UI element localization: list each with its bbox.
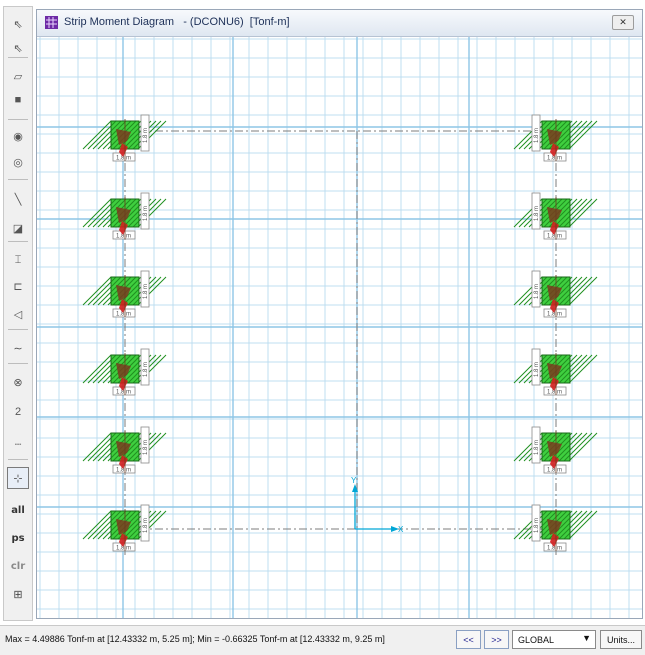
draw-column-icon: ◎ xyxy=(13,156,23,169)
svg-text:1.8 m: 1.8 m xyxy=(547,312,562,318)
svg-text:1.8 m: 1.8 m xyxy=(143,440,149,455)
draw-tendon-icon: ∼ xyxy=(13,342,23,355)
svg-text:1.8 m: 1.8 m xyxy=(116,390,131,396)
svg-text:1.8 m: 1.8 m xyxy=(143,362,149,377)
reshape-pointer-tool-button[interactable]: ⇖ xyxy=(7,37,29,59)
svg-text:1.8 m: 1.8 m xyxy=(547,390,562,396)
close-button[interactable]: ✕ xyxy=(612,15,634,30)
chevron-down-icon: ▼ xyxy=(582,633,591,643)
svg-text:1.8 m: 1.8 m xyxy=(534,128,540,143)
next-button[interactable]: >> xyxy=(484,630,509,649)
draw-wall-icon: ⌶ xyxy=(14,253,22,266)
svg-text:1.8 m: 1.8 m xyxy=(534,284,540,299)
svg-text:1.8 m: 1.8 m xyxy=(143,518,149,533)
draw-column-tool-button[interactable]: ◎ xyxy=(7,151,29,173)
column-moment-6: 1.8 m 1.8 m xyxy=(513,270,598,318)
draw-frame-icon: ⊏ xyxy=(13,280,23,293)
draw-rectangle-icon: ■ xyxy=(14,94,22,106)
column-moment-10: 1.8 m 1.8 m xyxy=(513,426,598,474)
dimension-icon: 2 xyxy=(14,406,22,418)
grid-snap-button[interactable]: ⊞ xyxy=(7,583,29,605)
units-button[interactable]: Units... xyxy=(600,630,642,649)
status-text: Max = 4.49886 Tonf-m at [12.43332 m, 5.2… xyxy=(5,634,385,644)
title-bar[interactable]: Strip Moment Diagram - (DCONU6) [Tonf-m]… xyxy=(37,10,642,37)
side-toolbar: ⇖ ⇖ ▱ ■ ◉ ◎ ╲ ◪ ⌶ ⊏ ◁ ∼ ⊗ 2 ┄ ⊹ all ps clr ⊞ xyxy=(3,6,33,621)
select-previous-button[interactable]: ps xyxy=(7,527,29,549)
pointer-tool-button[interactable]: ⇖ xyxy=(7,13,29,35)
svg-text:1.8 m: 1.8 m xyxy=(116,468,131,474)
snap-tool-button[interactable]: ⊹ xyxy=(7,467,29,489)
draw-node-tool-button[interactable]: ⊗ xyxy=(7,371,29,393)
column-moment-4: 1.8 m 1.8 m xyxy=(513,192,598,240)
svg-text:1.8 m: 1.8 m xyxy=(547,468,562,474)
svg-text:1.8 m: 1.8 m xyxy=(143,206,149,221)
svg-text:1.8 m: 1.8 m xyxy=(547,546,562,552)
svg-text:1.8 m: 1.8 m xyxy=(116,312,131,318)
svg-text:1.8 m: 1.8 m xyxy=(116,546,131,552)
dimension-tool-button[interactable]: 2 xyxy=(7,401,29,423)
close-icon: ✕ xyxy=(619,17,627,27)
draw-point-tool-button[interactable]: ◉ xyxy=(7,125,29,147)
coordinate-system-value: GLOBAL xyxy=(518,635,555,645)
snap-icon: ⊹ xyxy=(13,472,23,485)
reshape-pointer-icon: ⇖ xyxy=(13,42,23,55)
draw-rectangle-tool-button[interactable]: ■ xyxy=(7,89,29,111)
draw-slope-icon: ◁ xyxy=(13,308,23,321)
draw-dashed-line-tool-button[interactable]: ┄ xyxy=(7,433,29,455)
diagram-window[interactable]: Strip Moment Diagram - (DCONU6) [Tonf-m]… xyxy=(36,9,643,619)
strip-diagram-icon xyxy=(45,16,58,29)
draw-area-tool-button[interactable]: ▱ xyxy=(7,65,29,87)
svg-text:1.8 m: 1.8 m xyxy=(143,284,149,299)
column-moment-12: 1.8 m 1.8 m xyxy=(513,504,598,552)
svg-text:1.8 m: 1.8 m xyxy=(547,234,562,240)
column-moment-2: 1.8 m 1.8 m xyxy=(513,114,598,162)
pointer-icon: ⇖ xyxy=(13,18,23,31)
draw-tendon-tool-button[interactable]: ∼ xyxy=(7,337,29,359)
draw-line-tool-button[interactable]: ╲ xyxy=(7,188,29,210)
status-bar: Max = 4.49886 Tonf-m at [12.43332 m, 5.2… xyxy=(0,625,645,655)
svg-text:1.8 m: 1.8 m xyxy=(116,234,131,240)
svg-text:1.8 m: 1.8 m xyxy=(534,206,540,221)
draw-area-icon: ▱ xyxy=(13,70,23,83)
coordinate-system-select[interactable]: GLOBAL ▼ xyxy=(512,630,596,649)
x-axis-label: X xyxy=(398,525,404,534)
clear-selection-button[interactable]: clr xyxy=(7,555,29,577)
drawing-canvas[interactable]: 1.8 m 1.8 m 1.8 m 1.8 m 1.8 m 1.8 m 1.8 m 1.8 m… xyxy=(37,37,642,618)
svg-text:1.8 m: 1.8 m xyxy=(534,362,540,377)
draw-dashed-line-icon: ┄ xyxy=(14,438,22,451)
app-window: ⇖ ⇖ ▱ ■ ◉ ◎ ╲ ◪ ⌶ ⊏ ◁ ∼ ⊗ 2 ┄ ⊹ all ps clr ⊞ Strip Moment D… xyxy=(0,0,645,655)
y-axis-label: Y xyxy=(351,476,357,485)
draw-beam-tool-button[interactable]: ◪ xyxy=(7,217,29,239)
column-moment-8: 1.8 m 1.8 m xyxy=(513,348,598,396)
window-title: Strip Moment Diagram - (DCONU6) [Tonf-m] xyxy=(64,16,290,28)
draw-frame-tool-button[interactable]: ⊏ xyxy=(7,275,29,297)
svg-text:1.8 m: 1.8 m xyxy=(534,518,540,533)
svg-text:1.8 m: 1.8 m xyxy=(547,156,562,162)
draw-point-icon: ◉ xyxy=(13,130,23,143)
draw-line-icon: ╲ xyxy=(14,193,22,206)
previous-button[interactable]: << xyxy=(456,630,481,649)
svg-text:1.8 m: 1.8 m xyxy=(534,440,540,455)
draw-wall-tool-button[interactable]: ⌶ xyxy=(7,249,29,271)
draw-node-icon: ⊗ xyxy=(13,376,23,389)
model-view[interactable]: 1.8 m1.8 m1.8 m1.8 m1.8 m1.8 m1.8 m1.8 m… xyxy=(37,37,642,618)
svg-text:1.8 m: 1.8 m xyxy=(116,156,131,162)
select-all-button[interactable]: all xyxy=(7,499,29,521)
grid-snap-icon: ⊞ xyxy=(13,588,23,601)
axis-triad: YX xyxy=(351,476,404,534)
draw-slope-tool-button[interactable]: ◁ xyxy=(7,303,29,325)
draw-beam-icon: ◪ xyxy=(12,222,24,235)
svg-text:1.8 m: 1.8 m xyxy=(143,128,149,143)
